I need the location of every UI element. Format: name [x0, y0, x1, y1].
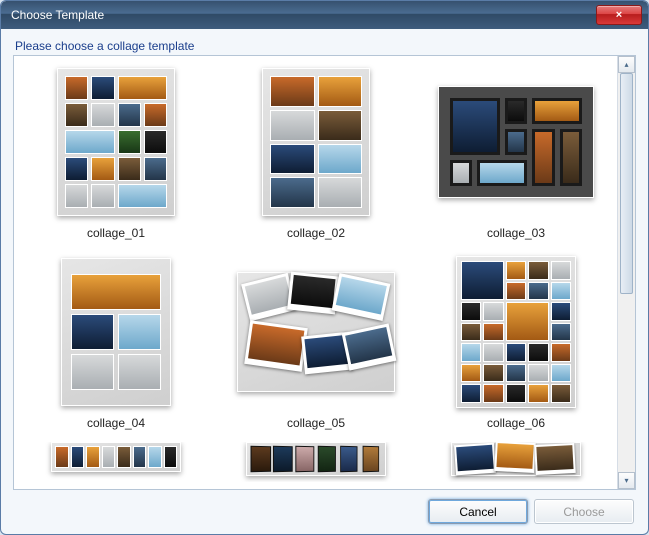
template-item-collage-04[interactable]: collage_04 [20, 252, 212, 438]
scroll-track[interactable] [618, 73, 635, 472]
template-item-collage-06[interactable]: collage_06 [420, 252, 612, 438]
template-item-collage-02[interactable]: collage_02 [220, 62, 412, 248]
template-thumb [36, 62, 196, 222]
close-button[interactable]: × [596, 5, 642, 25]
template-thumb [36, 252, 196, 412]
cancel-button[interactable]: Cancel [428, 499, 528, 524]
template-scroll-area[interactable]: collage_01 collage_02 [14, 56, 618, 489]
chevron-down-icon: ▾ [624, 476, 628, 485]
template-list-box: collage_01 collage_02 [13, 55, 636, 490]
dialog-button-row: Cancel Choose [428, 499, 634, 524]
template-thumb [436, 252, 596, 412]
template-item-partial-3[interactable] [420, 442, 612, 482]
template-item-collage-03[interactable]: collage_03 [420, 62, 612, 248]
template-thumb [236, 252, 396, 412]
cancel-button-label: Cancel [459, 505, 496, 519]
choose-template-dialog: Choose Template × Please choose a collag… [0, 0, 649, 535]
template-label: collage_02 [287, 222, 345, 248]
templates-grid: collage_01 collage_02 [14, 56, 618, 482]
template-thumb [236, 442, 396, 482]
template-label: collage_03 [487, 222, 545, 248]
template-thumb [36, 442, 196, 482]
chevron-up-icon: ▴ [624, 60, 628, 69]
template-label: collage_05 [287, 412, 345, 438]
titlebar[interactable]: Choose Template × [1, 1, 648, 29]
scroll-down-button[interactable]: ▾ [618, 472, 635, 489]
scroll-thumb[interactable] [620, 73, 633, 294]
template-label: collage_01 [87, 222, 145, 248]
close-icon: × [616, 9, 622, 21]
template-thumb [436, 442, 596, 482]
template-thumb [436, 62, 596, 222]
scroll-up-button[interactable]: ▴ [618, 56, 635, 73]
template-item-collage-01[interactable]: collage_01 [20, 62, 212, 248]
template-item-partial-1[interactable] [20, 442, 212, 482]
template-label: collage_04 [87, 412, 145, 438]
choose-button[interactable]: Choose [534, 499, 634, 524]
template-thumb [236, 62, 396, 222]
choose-button-label: Choose [563, 505, 604, 519]
template-item-partial-2[interactable] [220, 442, 412, 482]
template-item-collage-05[interactable]: collage_05 [220, 252, 412, 438]
template-label: collage_06 [487, 412, 545, 438]
window-title: Choose Template [11, 8, 596, 22]
vertical-scrollbar[interactable]: ▴ ▾ [617, 56, 635, 489]
